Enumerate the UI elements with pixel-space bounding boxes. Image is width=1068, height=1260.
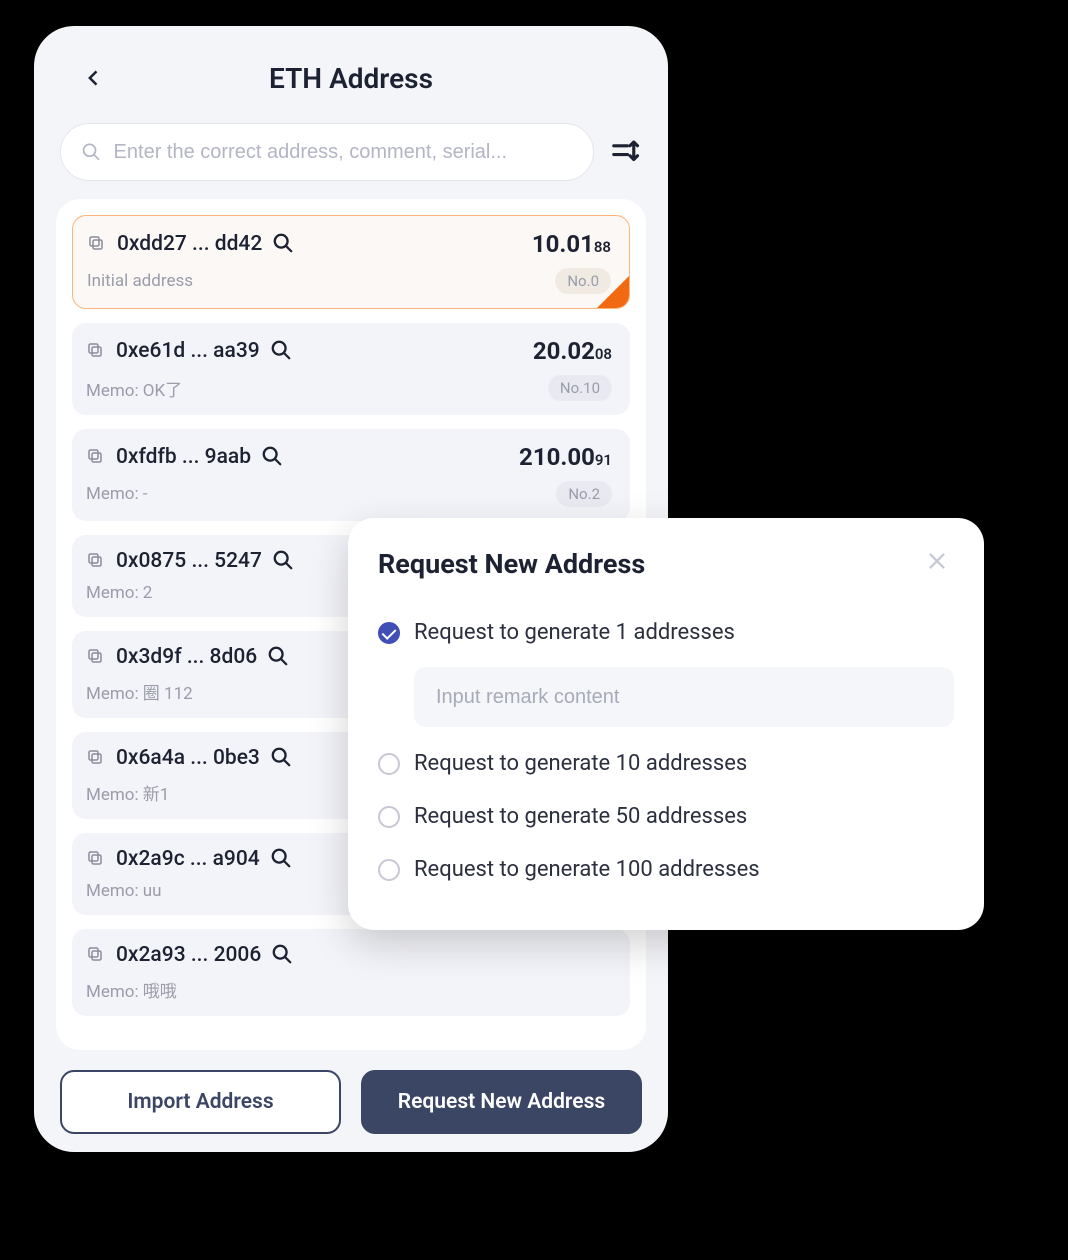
address-card-row1: 0x2a93 ... 2006 [86, 943, 612, 967]
modal-header: Request New Address [378, 548, 954, 580]
lookup-button[interactable] [272, 232, 296, 256]
serial-badge: No.2 [556, 481, 612, 507]
generate-option[interactable]: Request to generate 100 addresses [378, 843, 954, 896]
search-input[interactable] [114, 141, 573, 164]
lookup-button[interactable] [272, 549, 296, 573]
copy-icon [86, 551, 104, 569]
remark-input-wrap[interactable] [414, 667, 954, 727]
address-text: 0xdd27 ... dd42 [117, 232, 262, 256]
page-title: ETH Address [269, 62, 433, 95]
radio-unchecked-icon [378, 859, 400, 881]
option-label: Request to generate 50 addresses [414, 804, 747, 829]
request-address-modal: Request New Address Request to generate … [348, 518, 984, 930]
address-card-row1: 0xe61d ... aa39 20.0208 [86, 337, 612, 365]
memo-text: Memo: 圈 112 [86, 679, 193, 704]
copy-icon [86, 849, 104, 867]
copy-icon [86, 945, 104, 963]
generate-option[interactable]: Request to generate 1 addresses [378, 606, 954, 659]
copy-button[interactable] [86, 748, 106, 768]
radio-checked-icon [378, 622, 400, 644]
memo-text: Initial address [87, 271, 193, 291]
header: ETH Address [56, 44, 646, 123]
lookup-button[interactable] [270, 847, 294, 871]
sort-icon [610, 137, 640, 167]
magnify-icon [272, 549, 294, 571]
generate-option[interactable]: Request to generate 50 addresses [378, 790, 954, 843]
address-text: 0x2a93 ... 2006 [116, 943, 261, 967]
selected-corner-icon [596, 275, 630, 309]
address-card-row1: 0xdd27 ... dd42 10.0188 [87, 230, 611, 258]
magnify-icon [267, 645, 289, 667]
address-card-row1: 0xfdfb ... 9aab 210.0091 [86, 443, 612, 471]
copy-button[interactable] [87, 234, 107, 254]
address-card-row2: Memo: 哦哦 [86, 977, 612, 1002]
magnify-icon [272, 232, 294, 254]
serial-badge: No.10 [548, 375, 612, 401]
lookup-button[interactable] [270, 339, 294, 363]
copy-button[interactable] [86, 341, 106, 361]
address-text: 0xe61d ... aa39 [116, 339, 260, 363]
lookup-button[interactable] [271, 943, 295, 967]
back-button[interactable] [80, 64, 108, 92]
copy-icon [86, 647, 104, 665]
bottom-bar: Import Address Request New Address [56, 1050, 646, 1134]
option-label: Request to generate 1 addresses [414, 620, 735, 645]
address-text: 0x6a4a ... 0be3 [116, 746, 260, 770]
magnify-icon [270, 746, 292, 768]
request-new-address-button[interactable]: Request New Address [361, 1070, 642, 1134]
copy-button[interactable] [86, 849, 106, 869]
import-address-button[interactable]: Import Address [60, 1070, 341, 1134]
balance: 20.0208 [533, 337, 612, 365]
copy-button[interactable] [86, 647, 106, 667]
modal-options: Request to generate 1 addresses Request t… [378, 606, 954, 896]
magnify-icon [261, 445, 283, 467]
magnify-icon [270, 339, 292, 361]
radio-unchecked-icon [378, 753, 400, 775]
address-card-row2: Memo: OK了 No.10 [86, 375, 612, 401]
copy-button[interactable] [86, 945, 106, 965]
magnify-icon [270, 847, 292, 869]
search-row [56, 123, 646, 199]
modal-title: Request New Address [378, 548, 645, 580]
lookup-button[interactable] [267, 645, 291, 669]
magnify-icon [271, 943, 293, 965]
address-card[interactable]: 0xfdfb ... 9aab 210.0091 Memo: - No.2 [72, 429, 630, 521]
sort-button[interactable] [608, 135, 642, 169]
copy-icon [86, 341, 104, 359]
address-card[interactable]: 0xdd27 ... dd42 10.0188 Initial addressNo.… [72, 215, 630, 309]
radio-unchecked-icon [378, 806, 400, 828]
search-icon [81, 141, 102, 163]
balance: 10.0188 [532, 230, 611, 258]
address-text: 0xfdfb ... 9aab [116, 445, 251, 469]
address-text: 0x3d9f ... 8d06 [116, 645, 257, 669]
option-label: Request to generate 100 addresses [414, 857, 760, 882]
memo-text: Memo: OK了 [86, 376, 182, 401]
copy-button[interactable] [86, 447, 106, 467]
close-button[interactable] [926, 550, 954, 578]
memo-text: Memo: 新1 [86, 780, 169, 805]
memo-text: Memo: 哦哦 [86, 977, 177, 1002]
address-card[interactable]: 0xe61d ... aa39 20.0208 Memo: OK了 No.10 [72, 323, 630, 415]
address-text: 0x0875 ... 5247 [116, 549, 262, 573]
copy-icon [86, 748, 104, 766]
close-icon [926, 550, 948, 572]
chevron-left-icon [84, 68, 104, 88]
lookup-button[interactable] [261, 445, 285, 469]
search-input-wrap[interactable] [60, 123, 594, 181]
remark-input[interactable] [436, 686, 932, 709]
memo-text: Memo: - [86, 484, 148, 504]
address-card-row2: Memo: - No.2 [86, 481, 612, 507]
copy-button[interactable] [86, 551, 106, 571]
balance: 210.0091 [519, 443, 612, 471]
option-label: Request to generate 10 addresses [414, 751, 747, 776]
copy-icon [87, 234, 105, 252]
generate-option[interactable]: Request to generate 10 addresses [378, 737, 954, 790]
memo-text: Memo: 2 [86, 583, 152, 603]
memo-text: Memo: uu [86, 881, 162, 901]
lookup-button[interactable] [270, 746, 294, 770]
address-card-row2: Initial addressNo.0 [87, 268, 611, 294]
address-text: 0x2a9c ... a904 [116, 847, 260, 871]
copy-icon [86, 447, 104, 465]
address-card[interactable]: 0x2a93 ... 2006 Memo: 哦哦 [72, 929, 630, 1016]
